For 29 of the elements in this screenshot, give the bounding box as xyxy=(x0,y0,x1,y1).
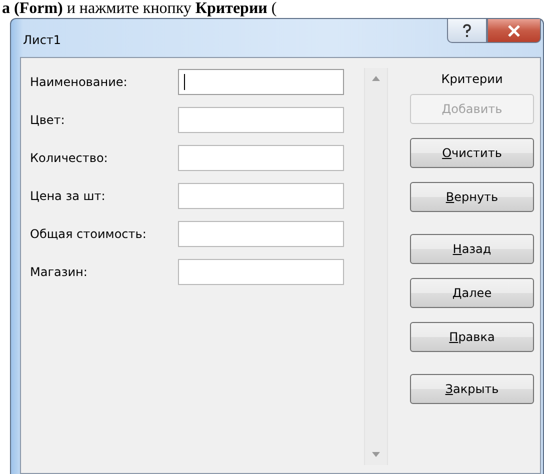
field-label: Магазин: xyxy=(30,265,88,279)
input-field[interactable] xyxy=(178,221,344,247)
field-label: Цвет: xyxy=(30,113,66,127)
input-field[interactable] xyxy=(178,107,344,133)
input-field[interactable] xyxy=(178,259,344,285)
dialog-button[interactable]: Закрыть xyxy=(410,374,534,404)
window-title: Лист1 xyxy=(23,33,62,47)
input-field[interactable] xyxy=(178,183,344,209)
help-icon xyxy=(462,24,472,38)
text-cursor xyxy=(184,74,185,90)
dialog-button[interactable]: Далее xyxy=(410,278,534,308)
close-icon xyxy=(507,24,521,36)
scroll-up-icon xyxy=(372,76,380,81)
field-label: Количество: xyxy=(30,151,109,165)
dialog-button[interactable]: Вернуть xyxy=(410,182,534,212)
field-label: Общая стоимость: xyxy=(30,227,148,241)
mode-label: Критерии xyxy=(441,72,503,86)
dialog-button[interactable]: Правка xyxy=(410,322,534,352)
input-field[interactable] xyxy=(178,69,344,95)
dialog-button[interactable]: Назад xyxy=(410,234,534,264)
field-label: Цена за шт: xyxy=(30,189,106,203)
scrollbar[interactable] xyxy=(364,68,388,465)
scroll-down-icon xyxy=(372,452,380,457)
help-button[interactable] xyxy=(447,19,487,43)
document-text: а (Form) и нажмите кнопку Критерии ( xyxy=(1,0,278,18)
field-label: Наименование: xyxy=(30,75,128,89)
dialog-button[interactable]: Очистить xyxy=(410,138,534,168)
close-button[interactable] xyxy=(487,19,541,43)
input-field[interactable] xyxy=(178,145,344,171)
